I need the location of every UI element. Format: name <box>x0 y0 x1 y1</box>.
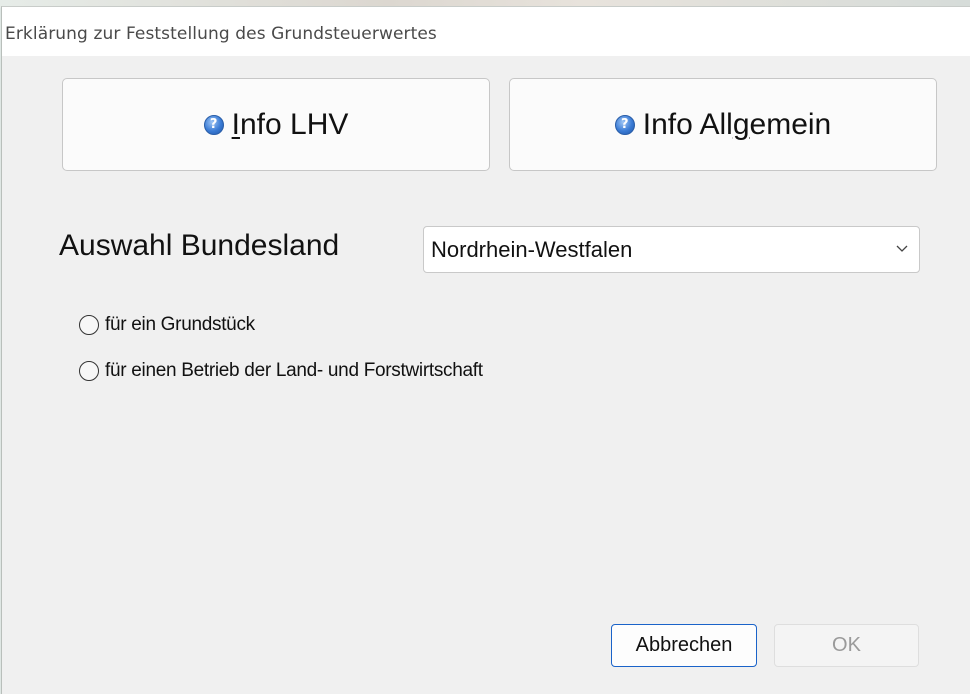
radio-button[interactable] <box>79 315 99 335</box>
info-allgemein-label: Info Allgemein <box>642 107 832 141</box>
info-lhv-button[interactable]: ? Info LHV <box>62 78 490 171</box>
dialog-window: Erklärung zur Feststellung des Grundsteu… <box>1 6 970 694</box>
state-dropdown[interactable]: Nordrhein-Westfalen <box>423 226 920 273</box>
chevron-down-icon <box>896 245 908 252</box>
info-allgemein-button[interactable]: ? Info Allgemein <box>509 78 937 171</box>
ok-button[interactable]: OK <box>774 624 919 667</box>
help-icon: ? <box>614 114 635 135</box>
radio-label: für ein Grundstück <box>105 314 255 335</box>
info-lhv-label: Info LHV <box>231 107 349 141</box>
help-icon: ? <box>203 114 224 135</box>
state-selected-value: Nordrhein-Westfalen <box>431 237 633 262</box>
cancel-button[interactable]: Abbrechen <box>611 624 757 667</box>
radio-label: für einen Betrieb der Land- und Forstwir… <box>105 360 483 381</box>
window-title: Erklärung zur Feststellung des Grundsteu… <box>5 24 437 44</box>
radio-grundstueck[interactable]: für ein Grundstück <box>79 314 255 336</box>
radio-button[interactable] <box>79 361 99 381</box>
title-bar[interactable]: Erklärung zur Feststellung des Grundsteu… <box>2 7 970 56</box>
radio-land-forstwirtschaft[interactable]: für einen Betrieb der Land- und Forstwir… <box>79 360 483 382</box>
state-label: Auswahl Bundesland <box>59 229 340 262</box>
